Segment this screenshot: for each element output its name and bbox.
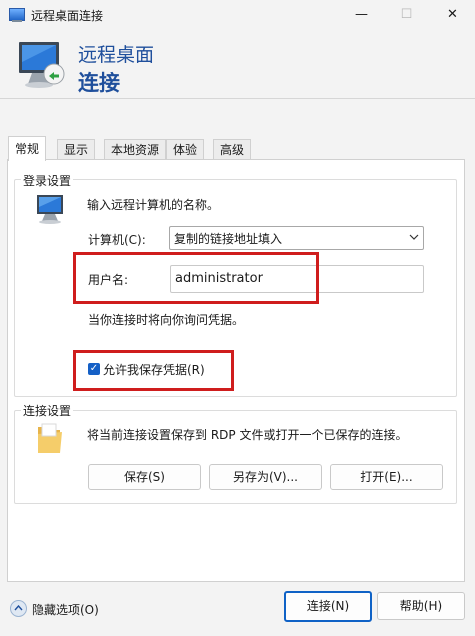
login-settings-label: 登录设置 bbox=[21, 172, 74, 189]
hide-options-toggle[interactable] bbox=[10, 600, 27, 617]
tab-general[interactable]: 常规 bbox=[8, 136, 47, 161]
hide-options-label[interactable]: 隐藏选项(O) bbox=[32, 601, 99, 618]
computer-label: 计算机(C): bbox=[88, 233, 146, 247]
chevron-down-icon[interactable] bbox=[409, 234, 419, 241]
connection-description: 将当前连接设置保存到 RDP 文件或打开一个已保存的连接。 bbox=[87, 428, 408, 442]
window-title: 远程桌面连接 bbox=[31, 9, 104, 23]
computer-combobox[interactable]: 复制的链接地址填入 bbox=[169, 226, 424, 250]
close-button[interactable]: ✕ bbox=[430, 0, 475, 30]
chevron-up-icon bbox=[14, 605, 23, 611]
maximize-button[interactable]: ☐ bbox=[384, 0, 429, 30]
credential-note: 当你连接时将向你询问凭据。 bbox=[88, 313, 245, 327]
remote-desktop-monitor-icon bbox=[19, 42, 65, 88]
header-banner: 远程桌面 连接 bbox=[0, 30, 475, 99]
save-button[interactable]: 保存(S) bbox=[88, 464, 201, 490]
computer-icon bbox=[37, 195, 63, 224]
monitor-stand-icon bbox=[12, 20, 22, 22]
tab-display[interactable]: 显示 bbox=[57, 139, 96, 160]
allow-save-highlight-box bbox=[73, 350, 234, 391]
tab-advanced[interactable]: 高级 bbox=[213, 139, 252, 160]
minimize-button[interactable]: — bbox=[339, 0, 384, 30]
save-as-button[interactable]: 另存为(V)... bbox=[209, 464, 322, 490]
username-highlight-box bbox=[73, 252, 319, 304]
header-title-line1: 远程桌面 bbox=[78, 44, 155, 66]
connect-button[interactable]: 连接(N) bbox=[284, 591, 372, 622]
header-title-line2: 连接 bbox=[78, 71, 120, 95]
title-bar: 远程桌面连接 — ☐ ✕ bbox=[0, 0, 475, 30]
tab-experience[interactable]: 体验 bbox=[166, 139, 205, 160]
open-button[interactable]: 打开(E)... bbox=[330, 464, 443, 490]
folder-icon bbox=[38, 423, 62, 453]
help-button[interactable]: 帮助(H) bbox=[377, 592, 465, 620]
computer-value: 复制的链接地址填入 bbox=[174, 232, 283, 246]
tab-local-resources[interactable]: 本地资源 bbox=[104, 139, 167, 160]
login-instruction: 输入远程计算机的名称。 bbox=[87, 198, 220, 212]
connection-settings-label: 连接设置 bbox=[21, 402, 74, 419]
